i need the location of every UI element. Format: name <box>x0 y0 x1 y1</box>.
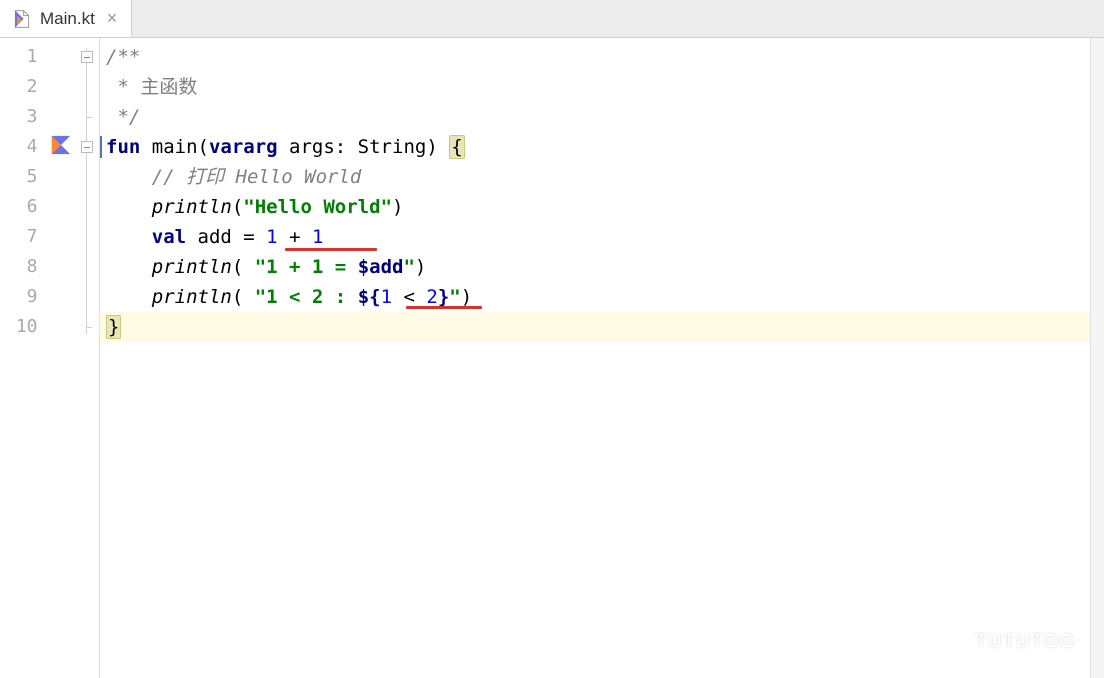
kotlin-run-icon[interactable] <box>50 134 72 161</box>
fold-end-icon <box>81 321 93 333</box>
code-line: println("Hello World") <box>100 192 1104 222</box>
code-line: val add = 1 + 1 <box>100 222 1104 252</box>
icon-gutter <box>48 38 76 678</box>
kotlin-file-icon <box>12 9 32 29</box>
tab-filename: Main.kt <box>40 9 95 29</box>
scrollbar-track[interactable] <box>1090 38 1104 678</box>
watermark: TUTUTOO <box>945 627 1076 656</box>
line-number[interactable]: 4 <box>0 132 48 162</box>
brace-highlight: { <box>449 135 464 159</box>
fold-toggle-icon[interactable] <box>81 51 93 63</box>
caret-indicator <box>100 136 102 158</box>
line-number[interactable]: 5 <box>0 162 48 192</box>
code-line: // 打印 Hello World <box>100 162 1104 192</box>
code-line: /** <box>100 42 1104 72</box>
annotation-underline <box>406 306 482 309</box>
brace-highlight: } <box>106 315 121 339</box>
fold-toggle-icon[interactable] <box>81 141 93 153</box>
code-line: fun main(vararg args: String) { <box>100 132 1104 162</box>
tab-bar: Main.kt × <box>0 0 1104 38</box>
code-line: * 主函数 <box>100 72 1104 102</box>
code-line: println( "1 < 2 : ${1 < 2}") <box>100 282 1104 312</box>
file-tab[interactable]: Main.kt × <box>0 0 132 37</box>
line-number[interactable]: 2 <box>0 72 48 102</box>
line-number[interactable]: 3 <box>0 102 48 132</box>
code-line: println( "1 + 1 = $add") <box>100 252 1104 282</box>
line-number[interactable]: 9 <box>0 282 48 312</box>
line-number[interactable]: 1 <box>0 42 48 72</box>
line-numbers: 1 2 3 4 5 6 7 8 9 10 <box>0 38 48 678</box>
tab-close-icon[interactable]: × <box>103 8 122 29</box>
code-line: } <box>100 312 1104 342</box>
line-number[interactable]: 7 <box>0 222 48 252</box>
line-number[interactable]: 6 <box>0 192 48 222</box>
watermark-text: TUTUTOO <box>975 631 1076 652</box>
line-number[interactable]: 8 <box>0 252 48 282</box>
fold-gutter <box>75 38 99 678</box>
code-area[interactable]: /** * 主函数 */ fun main(vararg args: Strin… <box>100 38 1104 678</box>
editor: 1 2 3 4 5 6 7 8 9 10 <box>0 38 1104 678</box>
annotation-underline <box>285 248 377 251</box>
line-number[interactable]: 10 <box>0 312 48 342</box>
wechat-icon <box>945 627 969 656</box>
code-line: */ <box>100 102 1104 132</box>
fold-end-icon <box>81 111 93 123</box>
gutter: 1 2 3 4 5 6 7 8 9 10 <box>0 38 100 678</box>
